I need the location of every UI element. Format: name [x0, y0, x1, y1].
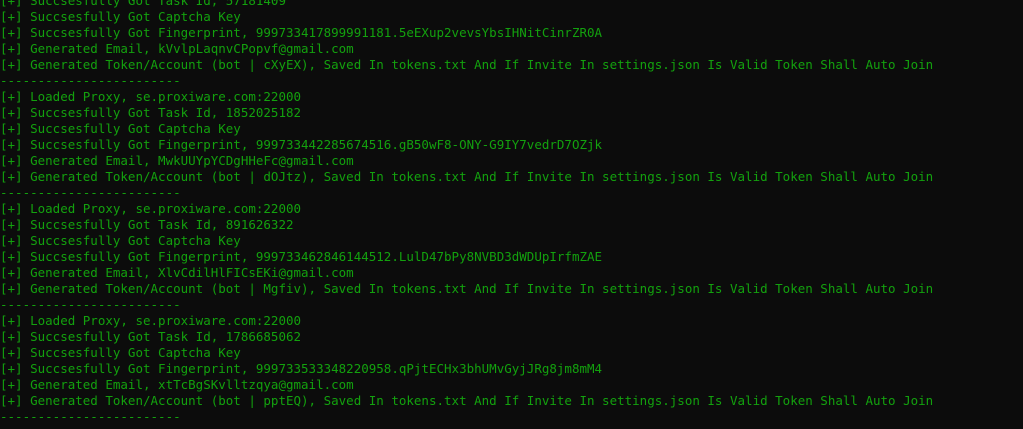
log-line: [+] Generated Token/Account (bot | cXyEX…	[0, 57, 934, 72]
log-line: [+] Loaded Proxy, se.proxiware.com:22000	[0, 201, 302, 216]
log-line: [+] Succsesfully Got Task Id, 1786685062	[0, 329, 302, 344]
log-line: [+] Succsesfully Got Fingerprint, 999733…	[0, 25, 603, 40]
log-line: [+] Succsesfully Got Captcha Key	[0, 233, 241, 248]
log-line: [+] Loaded Proxy, se.proxiware.com:22000	[0, 313, 302, 328]
separator-line: ------------------------	[0, 409, 181, 424]
log-line: [+] Succsesfully Got Task Id, 891626322	[0, 217, 294, 232]
log-line: [+] Generated Email, xtTcBgSKvlltzqya@gm…	[0, 377, 354, 392]
separator-line: ------------------------	[0, 185, 181, 200]
terminal-output[interactable]: [+] Succsesfully Got Task Id, 57181409 [+…	[0, 0, 1023, 425]
log-line: [+] Generated Email, XlvCdilHlFICsEKi@gm…	[0, 265, 354, 280]
log-line: [+] Succsesfully Got Captcha Key	[0, 121, 241, 136]
log-line: [+] Generated Token/Account (bot | Mgfiv…	[0, 281, 934, 296]
log-line: [+] Loaded Proxy, se.proxiware.com:22000	[0, 89, 302, 104]
log-line: [+] Succsesfully Got Fingerprint, 999733…	[0, 361, 603, 376]
log-line: [+] Succsesfully Got Task Id, 1852025182	[0, 105, 302, 120]
log-line: [+] Generated Email, kVvlpLaqnvCPopvf@gm…	[0, 41, 354, 56]
separator-line: ------------------------	[0, 297, 181, 312]
log-line: [+] Generated Token/Account (bot | dOJtz…	[0, 169, 934, 184]
log-line: [+] Succsesfully Got Fingerprint, 999733…	[0, 137, 603, 152]
log-line: [+] Succsesfully Got Fingerprint, 999733…	[0, 249, 603, 264]
log-line: [+] Generated Email, MwkUUYpYCDgHHeFc@gm…	[0, 153, 354, 168]
log-line: [+] Succsesfully Got Captcha Key	[0, 345, 241, 360]
separator-line: ------------------------	[0, 73, 181, 88]
log-line: [+] Succsesfully Got Captcha Key	[0, 9, 241, 24]
log-line: [+] Generated Token/Account (bot | pptEQ…	[0, 393, 934, 408]
log-line: [+] Succsesfully Got Task Id, 57181409	[0, 0, 286, 8]
